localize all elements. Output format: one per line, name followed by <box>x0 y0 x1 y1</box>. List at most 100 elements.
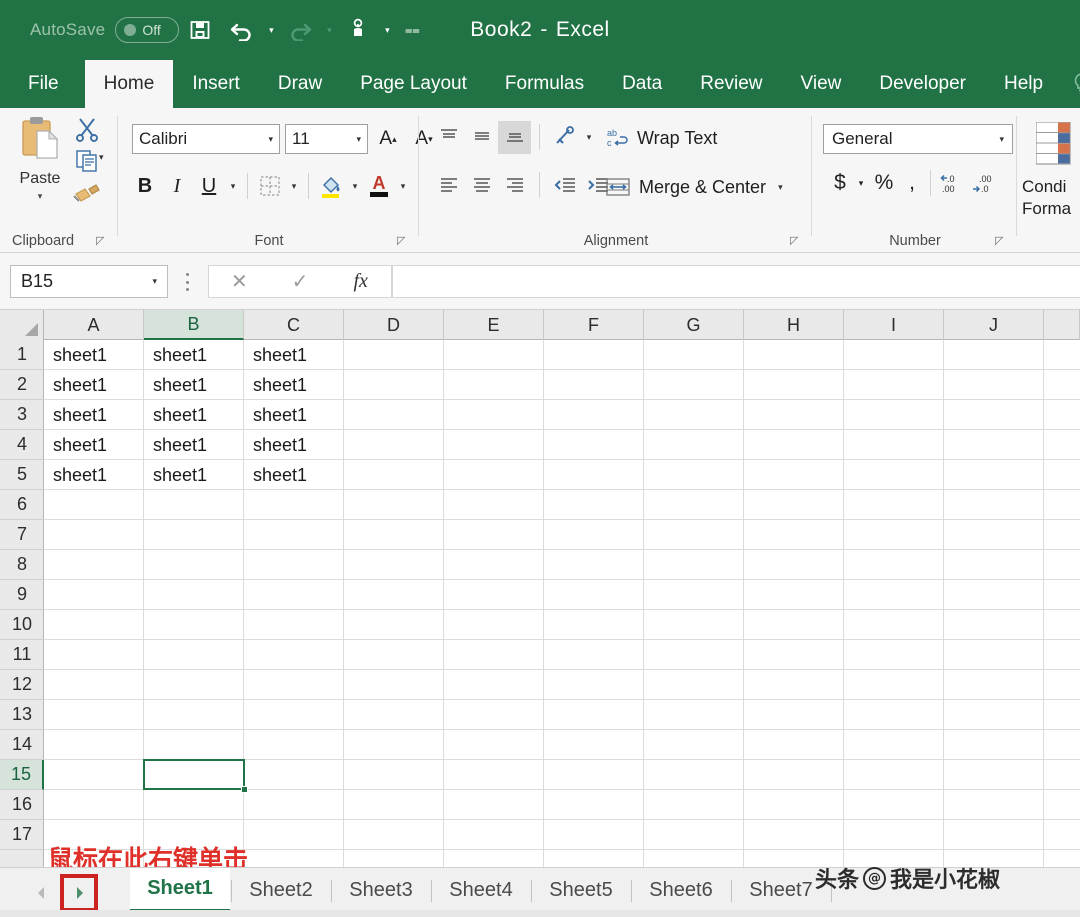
underline-button[interactable]: U <box>193 169 225 203</box>
ribbon-tab-data[interactable]: Data <box>603 60 681 108</box>
number-format-select[interactable]: General ▾ <box>823 124 1013 154</box>
column-header-d[interactable]: D <box>344 310 444 340</box>
copy-button[interactable] <box>74 148 100 174</box>
sheet-tab-sheet5[interactable]: Sheet5 <box>532 868 630 912</box>
font-size-select[interactable]: 11 ▾ <box>285 124 368 154</box>
align-bottom-button[interactable] <box>498 120 531 154</box>
merge-center-button[interactable]: Merge & Center ▾ <box>605 176 783 198</box>
row-header-9[interactable]: 9 <box>0 580 44 610</box>
align-middle-button[interactable] <box>465 121 498 154</box>
cell-c2[interactable]: sheet1 <box>244 370 343 400</box>
decrease-indent-button[interactable] <box>548 168 581 201</box>
ribbon-tab-help[interactable]: Help <box>985 60 1062 108</box>
cell-b5[interactable]: sheet1 <box>144 460 243 490</box>
column-header-b[interactable]: B <box>144 310 244 340</box>
cell-a1[interactable]: sheet1 <box>44 340 143 370</box>
column-header-c[interactable]: C <box>244 310 344 340</box>
borders-dropdown-icon[interactable]: ▾ <box>286 169 302 203</box>
ribbon-tab-formulas[interactable]: Formulas <box>486 60 603 108</box>
undo-dropdown-icon[interactable]: ▾ <box>263 0 279 60</box>
comma-button[interactable]: , <box>899 166 925 200</box>
align-center-button[interactable] <box>465 168 498 201</box>
sheet-nav-prev-button[interactable] <box>22 874 60 912</box>
save-icon[interactable] <box>179 0 221 60</box>
row-header-4[interactable]: 4 <box>0 430 44 460</box>
formula-bar-grip[interactable] <box>184 273 190 291</box>
row-header-8[interactable]: 8 <box>0 550 44 580</box>
column-header-k[interactable] <box>1044 310 1080 340</box>
select-all-button[interactable] <box>0 310 44 340</box>
ribbon-tab-view[interactable]: View <box>782 60 861 108</box>
cell-b1[interactable]: sheet1 <box>144 340 243 370</box>
align-right-button[interactable] <box>498 168 531 201</box>
orientation-dropdown-icon[interactable]: ▾ <box>581 120 597 154</box>
grow-font-icon[interactable]: A ▴ <box>373 124 403 154</box>
chevron-down-icon[interactable]: ▾ <box>999 134 1004 145</box>
italic-button[interactable]: I <box>161 169 193 203</box>
conditional-formatting-button[interactable] <box>1035 121 1080 173</box>
sheet-tab-sheet4[interactable]: Sheet4 <box>432 868 530 912</box>
orientation-button[interactable] <box>548 121 581 154</box>
font-family-select[interactable]: Calibri ▾ <box>132 124 280 154</box>
font-dialog-launcher[interactable]: ◸ <box>397 234 411 248</box>
cell-a3[interactable]: sheet1 <box>44 400 143 430</box>
column-header-g[interactable]: G <box>644 310 744 340</box>
chevron-down-icon[interactable]: ▾ <box>356 134 361 145</box>
ribbon-tab-review[interactable]: Review <box>681 60 781 108</box>
cell-c5[interactable]: sheet1 <box>244 460 343 490</box>
customize-qat-icon[interactable]: ⩵ <box>395 0 429 60</box>
cut-button[interactable] <box>74 116 100 142</box>
cell-a2[interactable]: sheet1 <box>44 370 143 400</box>
clipboard-dialog-launcher[interactable]: ◸ <box>96 234 110 248</box>
ribbon-tab-page-layout[interactable]: Page Layout <box>341 60 486 108</box>
redo-icon[interactable] <box>279 0 321 60</box>
redo-dropdown-icon[interactable]: ▾ <box>321 0 337 60</box>
fill-color-dropdown-icon[interactable]: ▾ <box>347 169 363 203</box>
cell-c4[interactable]: sheet1 <box>244 430 343 460</box>
row-header-14[interactable]: 14 <box>0 730 44 760</box>
row-header-3[interactable]: 3 <box>0 400 44 430</box>
underline-dropdown-icon[interactable]: ▾ <box>225 169 241 203</box>
column-header-h[interactable]: H <box>744 310 844 340</box>
touch-mode-icon[interactable] <box>337 0 379 60</box>
font-color-button[interactable]: A <box>363 169 395 203</box>
cell-c1[interactable]: sheet1 <box>244 340 343 370</box>
paste-dropdown-icon[interactable]: ▾ <box>38 191 43 202</box>
font-color-dropdown-icon[interactable]: ▾ <box>395 169 411 203</box>
fx-icon[interactable]: fx <box>330 270 391 293</box>
alignment-dialog-launcher[interactable]: ◸ <box>790 234 804 248</box>
sheet-nav-next-button[interactable] <box>64 878 94 908</box>
borders-button[interactable] <box>254 169 286 203</box>
currency-dropdown-icon[interactable]: ▾ <box>853 166 869 200</box>
column-header-j[interactable]: J <box>944 310 1044 340</box>
chevron-down-icon[interactable]: ▾ <box>152 276 157 287</box>
cell-a4[interactable]: sheet1 <box>44 430 143 460</box>
paste-button[interactable]: Paste ▾ <box>12 114 68 218</box>
lightbulb-icon[interactable] <box>1070 60 1080 108</box>
row-header-1[interactable]: 1 <box>0 340 44 370</box>
name-box[interactable]: B15 ▾ <box>10 265 168 298</box>
bold-button[interactable]: B <box>129 169 161 203</box>
column-header-f[interactable]: F <box>544 310 644 340</box>
column-header-a[interactable]: A <box>44 310 144 340</box>
fill-handle[interactable] <box>241 786 248 793</box>
number-dialog-launcher[interactable]: ◸ <box>995 234 1009 248</box>
sheet-tab-sheet3[interactable]: Sheet3 <box>332 868 430 912</box>
active-cell-selection[interactable] <box>143 759 245 790</box>
cell-area[interactable]: sheet1 sheet1 sheet1 sheet1 sheet1 sheet… <box>44 340 1080 870</box>
fill-color-button[interactable] <box>315 169 347 203</box>
sheet-tab-sheet1[interactable]: Sheet1 <box>130 868 230 912</box>
wrap-text-button[interactable]: ab c Wrap Text <box>605 126 717 150</box>
touch-mode-dropdown-icon[interactable]: ▾ <box>379 0 395 60</box>
row-header-15[interactable]: 15 <box>0 760 44 790</box>
align-top-button[interactable] <box>432 121 465 154</box>
ribbon-tab-developer[interactable]: Developer <box>860 60 985 108</box>
confirm-icon[interactable]: ✓ <box>270 269 331 294</box>
copy-dropdown-icon[interactable]: ▾ <box>99 152 104 163</box>
format-painter-button[interactable] <box>72 180 102 206</box>
chevron-down-icon[interactable]: ▾ <box>268 134 273 145</box>
ribbon-tab-home[interactable]: Home <box>84 60 174 108</box>
ribbon-tab-draw[interactable]: Draw <box>259 60 341 108</box>
cell-b2[interactable]: sheet1 <box>144 370 243 400</box>
percent-button[interactable]: % <box>869 166 899 200</box>
